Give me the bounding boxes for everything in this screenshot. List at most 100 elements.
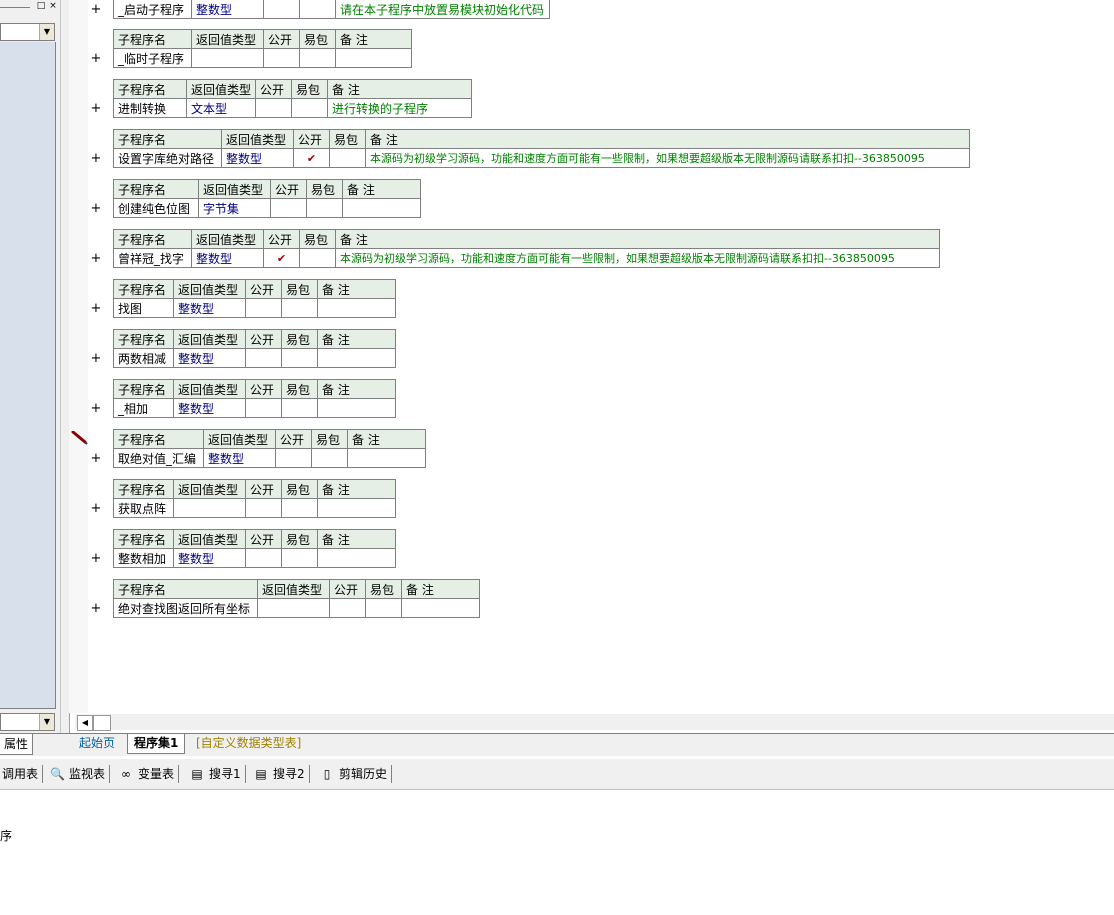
easy-pkg-cell[interactable]: [281, 348, 318, 368]
expand-icon[interactable]: +: [89, 152, 103, 166]
easy-pkg-cell[interactable]: [281, 498, 318, 518]
note-cell[interactable]: 进行转换的子程序: [327, 98, 473, 118]
note-cell[interactable]: 请在本子程序中放置易模块初始化代码: [335, 0, 550, 19]
public-cell[interactable]: [255, 98, 293, 118]
public-cell[interactable]: [245, 548, 282, 568]
tab-properties[interactable]: 属性: [0, 734, 34, 755]
note-cell[interactable]: [342, 198, 421, 218]
return-type-cell[interactable]: 整数型: [191, 248, 264, 268]
expand-icon[interactable]: +: [89, 3, 103, 17]
easy-pkg-cell[interactable]: [299, 48, 336, 68]
sub-name-cell[interactable]: 设置字库绝对路径: [113, 148, 222, 168]
return-type-cell[interactable]: 字节集: [198, 198, 271, 218]
note-cell[interactable]: [317, 298, 396, 318]
note-cell[interactable]: [317, 548, 396, 568]
expand-icon[interactable]: +: [89, 252, 103, 266]
return-type-cell[interactable]: [257, 598, 330, 618]
expand-icon[interactable]: +: [89, 102, 103, 116]
expand-icon[interactable]: +: [89, 552, 103, 566]
output-panel[interactable]: 序: [0, 791, 1114, 915]
sub-name-cell[interactable]: _启动子程序: [113, 0, 192, 19]
scroll-left-icon[interactable]: ◀: [77, 715, 93, 731]
public-cell[interactable]: [245, 398, 282, 418]
return-type-cell[interactable]: 整数型: [173, 348, 246, 368]
sub-name-cell[interactable]: 曾祥冠_找字: [113, 248, 192, 268]
sub-name-cell[interactable]: 两数相减: [113, 348, 174, 368]
horizontal-scrollbar[interactable]: ◀: [75, 714, 1114, 731]
expand-icon[interactable]: +: [89, 202, 103, 216]
call-table-button[interactable]: 调用表: [2, 765, 44, 783]
note-cell[interactable]: [317, 348, 396, 368]
tab-home[interactable]: 起始页: [73, 734, 121, 753]
easy-pkg-cell[interactable]: [281, 398, 318, 418]
search1-button[interactable]: ▤ 搜寻1: [190, 765, 246, 783]
return-type-cell[interactable]: [191, 48, 264, 68]
restore-icon[interactable]: □: [36, 1, 46, 11]
public-cell[interactable]: [263, 0, 300, 19]
note-cell[interactable]: [347, 448, 426, 468]
easy-pkg-cell[interactable]: [291, 98, 329, 118]
easy-pkg-cell[interactable]: [281, 298, 318, 318]
expand-icon[interactable]: +: [89, 352, 103, 366]
sub-name-cell[interactable]: 进制转换: [113, 98, 187, 118]
note-cell[interactable]: 本源码为初级学习源码，功能和速度方面可能有一些限制，如果想要超级版本无限制源码请…: [365, 148, 970, 168]
search2-button[interactable]: ▤ 搜寻2: [254, 765, 310, 783]
easy-pkg-cell[interactable]: [329, 148, 366, 168]
sub-name-cell[interactable]: _临时子程序: [113, 48, 192, 68]
tab-custom-types[interactable]: [自定义数据类型表]: [190, 734, 307, 753]
clip-history-button[interactable]: ▯ 剪辑历史: [320, 765, 393, 783]
sub-name-cell[interactable]: _相加: [113, 398, 174, 418]
easy-pkg-cell[interactable]: [306, 198, 343, 218]
note-cell[interactable]: 本源码为初级学习源码，功能和速度方面可能有一些限制，如果想要超级版本无限制源码请…: [335, 248, 940, 268]
return-type-cell[interactable]: 整数型: [191, 0, 264, 19]
public-cell[interactable]: ✔: [293, 148, 330, 168]
return-type-cell[interactable]: 整数型: [203, 448, 276, 468]
return-type-cell[interactable]: [173, 498, 246, 518]
expand-icon[interactable]: +: [89, 502, 103, 516]
expand-icon[interactable]: +: [89, 602, 103, 616]
sub-name-cell[interactable]: 创建纯色位图: [113, 198, 199, 218]
note-cell[interactable]: [317, 398, 396, 418]
easy-pkg-cell[interactable]: [281, 548, 318, 568]
tab-program-set[interactable]: 程序集1: [127, 734, 186, 754]
public-cell[interactable]: [245, 348, 282, 368]
expand-icon[interactable]: +: [89, 402, 103, 416]
sub-name-cell[interactable]: 整数相加: [113, 548, 174, 568]
return-type-cell[interactable]: 整数型: [221, 148, 294, 168]
note-cell[interactable]: [401, 598, 480, 618]
chevron-down-icon[interactable]: ▼: [39, 24, 54, 40]
note-cell[interactable]: [317, 498, 396, 518]
easy-pkg-cell[interactable]: [299, 248, 336, 268]
left-panel-combo[interactable]: ▼: [0, 23, 55, 41]
left-panel-tree[interactable]: [0, 42, 56, 709]
var-table-button[interactable]: ∞ 变量表: [119, 765, 180, 783]
return-type-cell[interactable]: 文本型: [185, 98, 257, 118]
scroll-thumb[interactable]: [93, 715, 111, 731]
expand-icon[interactable]: +: [89, 52, 103, 66]
watch-table-button[interactable]: 🔍 监视表: [50, 765, 111, 783]
return-type-cell[interactable]: 整数型: [173, 398, 246, 418]
sub-name-cell[interactable]: 绝对查找图返回所有坐标: [113, 598, 258, 618]
public-cell[interactable]: [275, 448, 312, 468]
easy-pkg-cell[interactable]: [365, 598, 402, 618]
public-cell[interactable]: [329, 598, 366, 618]
header-easy-pkg: 易包: [281, 279, 318, 299]
note-cell[interactable]: [335, 48, 412, 68]
left-panel-combo-bottom[interactable]: ▼: [0, 713, 55, 731]
close-icon[interactable]: ×: [48, 1, 58, 11]
sub-name-cell[interactable]: 获取点阵: [113, 498, 174, 518]
chevron-down-icon[interactable]: ▼: [39, 714, 54, 730]
expand-icon[interactable]: +: [89, 452, 103, 466]
public-cell[interactable]: [270, 198, 307, 218]
public-cell[interactable]: [245, 298, 282, 318]
return-type-cell[interactable]: 整数型: [173, 298, 246, 318]
sub-name-cell[interactable]: 找图: [113, 298, 174, 318]
easy-pkg-cell[interactable]: [311, 448, 348, 468]
expand-icon[interactable]: +: [89, 302, 103, 316]
public-cell[interactable]: ✔: [263, 248, 300, 268]
public-cell[interactable]: [245, 498, 282, 518]
return-type-cell[interactable]: 整数型: [173, 548, 246, 568]
public-cell[interactable]: [263, 48, 300, 68]
sub-name-cell[interactable]: 取绝对值_汇编: [113, 448, 204, 468]
easy-pkg-cell[interactable]: [299, 0, 336, 19]
